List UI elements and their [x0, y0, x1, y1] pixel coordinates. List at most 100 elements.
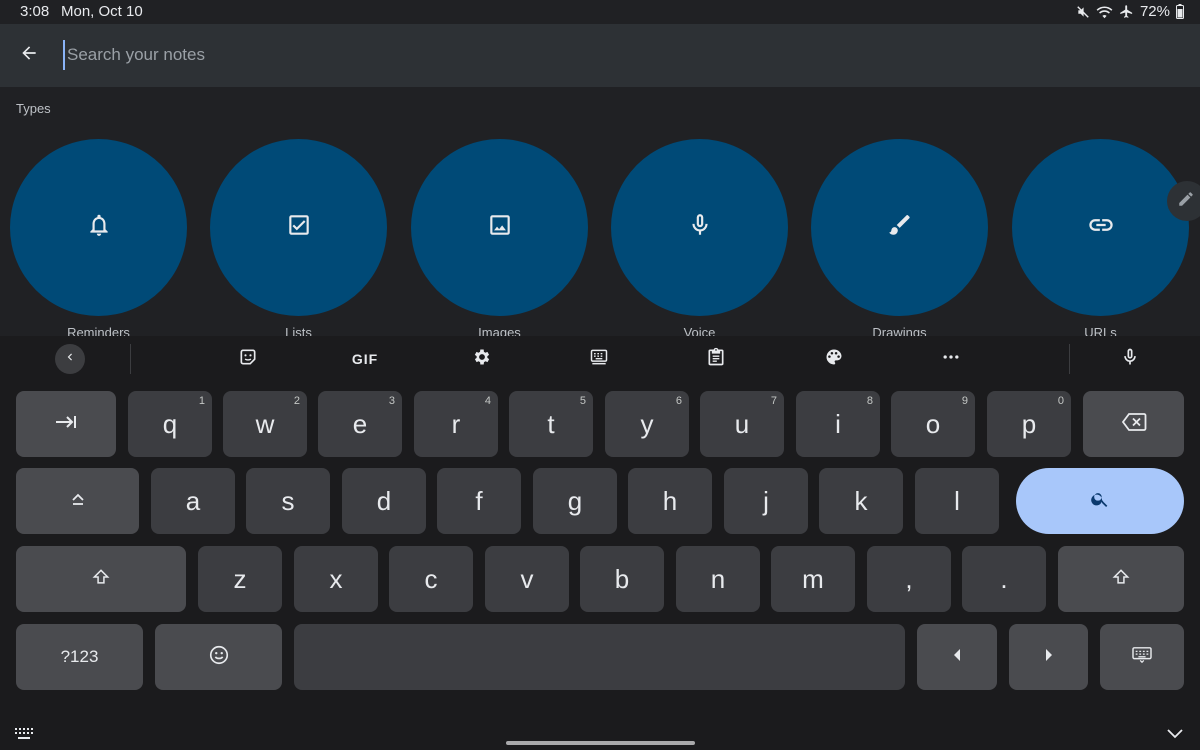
- key-b[interactable]: b: [580, 546, 664, 612]
- key-i[interactable]: i8: [796, 391, 880, 457]
- collapse-keyboard-button[interactable]: [1166, 726, 1184, 745]
- key-x[interactable]: x: [294, 546, 378, 612]
- more-icon: [941, 347, 961, 372]
- wifi-icon: [1096, 5, 1113, 19]
- type-images-button[interactable]: [411, 139, 588, 316]
- keyboard-settings-button[interactable]: [466, 344, 498, 374]
- key-s[interactable]: s: [246, 468, 330, 534]
- key-h[interactable]: h: [628, 468, 712, 534]
- search-input[interactable]: [63, 40, 863, 70]
- sticker-button[interactable]: [232, 344, 264, 374]
- cursor-left-key[interactable]: [917, 624, 997, 690]
- arrow-back-icon: [19, 43, 39, 68]
- shift-left-key[interactable]: [16, 546, 186, 612]
- keyboard-layout-button[interactable]: [583, 344, 615, 374]
- key-char: u: [734, 408, 750, 439]
- key-char: c: [424, 563, 438, 594]
- key-char: v: [520, 563, 534, 594]
- key-k[interactable]: k: [819, 468, 903, 534]
- key-p[interactable]: p0: [987, 391, 1071, 457]
- emoji-key[interactable]: [155, 624, 282, 690]
- key-d[interactable]: d: [342, 468, 426, 534]
- key-f[interactable]: f: [437, 468, 521, 534]
- key-number-hint: 8: [866, 395, 873, 407]
- key-char: f: [475, 485, 483, 516]
- voice-typing-button[interactable]: [1114, 344, 1146, 374]
- type-label: Drawings: [872, 325, 927, 336]
- key-w[interactable]: w2: [223, 391, 307, 457]
- key-char: x: [329, 563, 343, 594]
- new-note-button[interactable]: [1167, 181, 1200, 221]
- key-char: n: [710, 563, 726, 594]
- space-key[interactable]: [294, 624, 905, 690]
- key-r[interactable]: r4: [414, 391, 498, 457]
- collapse-toolbar-button[interactable]: [55, 344, 85, 374]
- key-n[interactable]: n: [676, 546, 760, 612]
- toolbar-divider: [1069, 344, 1070, 374]
- key-c[interactable]: c: [389, 546, 473, 612]
- backspace-key[interactable]: [1083, 391, 1184, 457]
- key-char: .: [1000, 563, 1008, 594]
- key-char: e: [352, 408, 368, 439]
- airplane-icon: [1119, 4, 1134, 19]
- key-g[interactable]: g: [533, 468, 617, 534]
- key-e[interactable]: e3: [318, 391, 402, 457]
- key-number-hint: 3: [388, 395, 395, 407]
- type-lists-button[interactable]: [210, 139, 387, 316]
- gif-button[interactable]: GIF: [349, 344, 381, 374]
- back-button[interactable]: [12, 38, 46, 72]
- key-v[interactable]: v: [485, 546, 569, 612]
- status-time: 3:08: [20, 3, 50, 20]
- key-u[interactable]: u7: [700, 391, 784, 457]
- key-y[interactable]: y6: [605, 391, 689, 457]
- backspace-icon: [1121, 412, 1147, 437]
- key-char: y: [640, 408, 654, 439]
- shift-icon: [1111, 567, 1131, 592]
- key-l[interactable]: l: [915, 468, 999, 534]
- search-icon: [1090, 489, 1110, 514]
- hide-keyboard-key[interactable]: [1100, 624, 1184, 690]
- key-comma[interactable]: ,: [867, 546, 951, 612]
- search-action-key[interactable]: [1016, 468, 1184, 534]
- caps-lock-key[interactable]: [16, 468, 139, 534]
- key-number-hint: 7: [770, 395, 777, 407]
- tab-key[interactable]: [16, 391, 116, 457]
- type-labels: Reminders Lists Images Voice Drawings UR…: [0, 316, 1200, 336]
- key-o[interactable]: o9: [891, 391, 975, 457]
- battery-percent: 72%: [1139, 3, 1170, 20]
- type-voice-button[interactable]: [611, 139, 788, 316]
- type-drawings-button[interactable]: [811, 139, 988, 316]
- brush-icon: [887, 212, 913, 243]
- chevron-left-icon: [63, 350, 77, 369]
- key-z[interactable]: z: [198, 546, 282, 612]
- keyboard-layout-icon: [589, 347, 609, 372]
- key-number-hint: 5: [579, 395, 586, 407]
- keyboard-switcher-button[interactable]: [14, 727, 34, 746]
- type-label: Voice: [683, 325, 716, 336]
- cursor-right-key[interactable]: [1009, 624, 1088, 690]
- gesture-nav-handle[interactable]: [506, 741, 695, 745]
- palette-icon: [824, 347, 844, 372]
- type-reminders-button[interactable]: [10, 139, 187, 316]
- key-period[interactable]: .: [962, 546, 1046, 612]
- symbols-key[interactable]: ?123: [16, 624, 143, 690]
- key-m[interactable]: m: [771, 546, 855, 612]
- type-urls-button[interactable]: [1012, 139, 1189, 316]
- chevron-down-icon: [1166, 727, 1184, 744]
- key-t[interactable]: t5: [509, 391, 593, 457]
- key-number-hint: 6: [675, 395, 682, 407]
- key-j[interactable]: j: [724, 468, 808, 534]
- key-char: r: [451, 408, 461, 439]
- shift-right-key[interactable]: [1058, 546, 1184, 612]
- emoji-icon: [208, 644, 230, 671]
- key-q[interactable]: q1: [128, 391, 212, 457]
- more-options-button[interactable]: [935, 344, 967, 374]
- key-a[interactable]: a: [151, 468, 235, 534]
- status-date: Mon, Oct 10: [61, 3, 143, 20]
- clipboard-button[interactable]: [700, 344, 732, 374]
- key-number-hint: 1: [198, 395, 205, 407]
- keyboard-toolbar: GIF: [0, 336, 1200, 382]
- shift-icon: [91, 567, 111, 592]
- theme-button[interactable]: [818, 344, 850, 374]
- image-icon: [487, 212, 513, 243]
